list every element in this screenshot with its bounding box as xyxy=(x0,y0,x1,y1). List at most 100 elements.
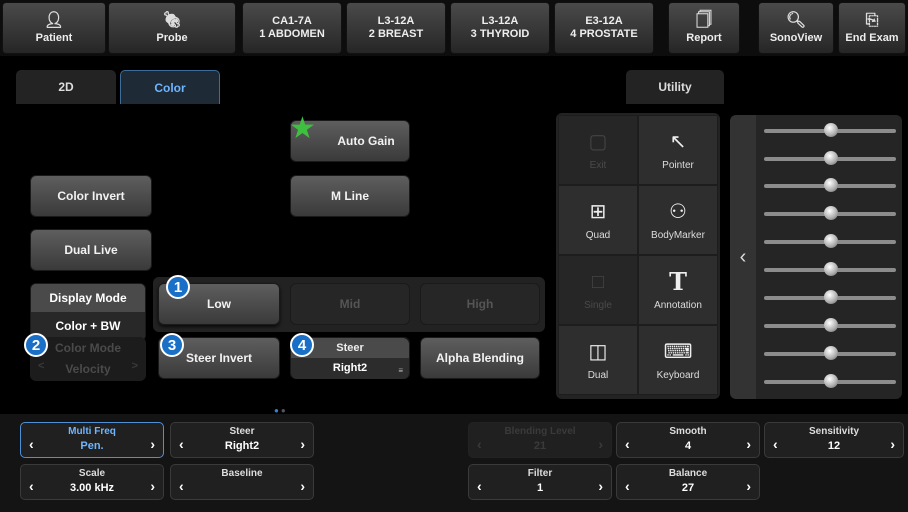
tgc-slider[interactable] xyxy=(764,123,896,137)
annotation-tool[interactable]: T Annotation xyxy=(638,255,718,325)
probe-button[interactable]: 🍖︎ Probe xyxy=(108,2,236,54)
preset-probe: L3-12A xyxy=(377,15,415,27)
quad-icon: ⊞ xyxy=(589,200,607,223)
steer-value: Right2 xyxy=(224,440,260,452)
chevron-right-icon[interactable]: › xyxy=(300,437,305,451)
smooth-control[interactable]: Smooth 4 ‹ › xyxy=(616,422,760,458)
blending-level-control[interactable]: Blending Level 21 ‹ › xyxy=(468,422,612,458)
quad-label: Quad xyxy=(585,229,611,241)
slider-knob[interactable] xyxy=(824,290,838,304)
chevron-left-icon[interactable]: ‹ xyxy=(29,437,34,451)
m-line-button[interactable]: M Line xyxy=(290,175,410,217)
tab-2d[interactable]: 2D xyxy=(16,70,116,104)
slider-knob[interactable] xyxy=(824,151,838,165)
chevron-left-icon[interactable]: ‹ xyxy=(477,437,482,451)
body-marker-icon: ⚇ xyxy=(669,200,687,223)
report-button[interactable]: 🗍︎ Report xyxy=(668,2,740,54)
preset-name: 2 BREAST xyxy=(368,28,424,40)
report-label: Report xyxy=(686,32,722,44)
single-icon: □ xyxy=(591,270,605,293)
patient-button[interactable]: 👤︎ Patient xyxy=(2,2,106,54)
dual-tool[interactable]: ◫ Dual xyxy=(558,325,638,395)
slider-knob[interactable] xyxy=(824,178,838,192)
multi-freq-control[interactable]: Multi Freq Pen. ‹ › xyxy=(20,422,164,458)
filter-control[interactable]: Filter 1 ‹ › xyxy=(468,464,612,500)
dual-label: Dual xyxy=(587,369,609,381)
scale-title: Scale xyxy=(78,468,106,479)
tgc-slider[interactable] xyxy=(764,290,896,304)
sensitivity-title: Sensitivity xyxy=(808,426,860,437)
single-tool[interactable]: □ Single xyxy=(558,255,638,325)
tool-grid: ▢ Exit ↖ Pointer ⊞ Quad ⚇ BodyMarker □ S… xyxy=(556,113,720,399)
chevron-right-icon[interactable]: › xyxy=(150,437,155,451)
slider-knob[interactable] xyxy=(824,234,838,248)
chevron-right-icon[interactable]: › xyxy=(598,437,603,451)
keyboard-tool[interactable]: ⌨ Keyboard xyxy=(638,325,718,395)
chevron-left-icon[interactable]: ‹ xyxy=(625,479,630,493)
chevron-right-icon[interactable]: › xyxy=(150,479,155,493)
balance-control[interactable]: Balance 27 ‹ › xyxy=(616,464,760,500)
tab-color[interactable]: Color xyxy=(120,70,220,104)
bodymarker-tool[interactable]: ⚇ BodyMarker xyxy=(638,185,718,255)
patient-label: Patient xyxy=(35,32,73,44)
tgc-slider[interactable] xyxy=(764,262,896,276)
end-exam-button[interactable]: ⎘ End Exam xyxy=(838,2,906,54)
auto-gain-label: Auto Gain xyxy=(337,134,395,148)
slider-knob[interactable] xyxy=(824,262,838,276)
mid-button[interactable]: Mid xyxy=(290,283,410,325)
baseline-control[interactable]: Baseline ‹ › xyxy=(170,464,314,500)
slider-knob[interactable] xyxy=(824,206,838,220)
tgc-slider[interactable] xyxy=(764,178,896,192)
collapse-panel-button[interactable]: ‹ xyxy=(730,115,756,399)
chevron-right-icon[interactable]: › xyxy=(890,437,895,451)
tab-utility[interactable]: Utility xyxy=(626,70,724,104)
keyboard-label: Keyboard xyxy=(656,369,700,381)
chevron-left-icon[interactable]: ‹ xyxy=(179,479,184,493)
steer-title: Steer xyxy=(229,426,255,437)
tgc-slider[interactable] xyxy=(764,346,896,360)
slider-knob[interactable] xyxy=(824,346,838,360)
chevron-right-icon[interactable]: › xyxy=(746,437,751,451)
chevron-left-icon: < xyxy=(38,360,45,372)
slider-knob[interactable] xyxy=(824,123,838,137)
callout-badge-4: 4 xyxy=(290,333,314,357)
quad-tool[interactable]: ⊞ Quad xyxy=(558,185,638,255)
tgc-slider[interactable] xyxy=(764,234,896,248)
scale-control[interactable]: Scale 3.00 kHz ‹ › xyxy=(20,464,164,500)
person-icon: 👤︎ xyxy=(43,12,65,29)
pointer-tool[interactable]: ↖ Pointer xyxy=(638,115,718,185)
tgc-slider[interactable] xyxy=(764,374,896,388)
preset-3-button[interactable]: L3-12A 3 THYROID xyxy=(450,2,550,54)
tgc-slider[interactable] xyxy=(764,206,896,220)
slider-knob[interactable] xyxy=(824,374,838,388)
display-mode-button[interactable]: Display Mode Color + BW xyxy=(30,283,146,341)
end-exam-icon: ⎘ xyxy=(865,12,879,29)
chevron-left-icon[interactable]: ‹ xyxy=(625,437,630,451)
high-button[interactable]: High xyxy=(420,283,540,325)
tgc-slider[interactable] xyxy=(764,318,896,332)
sonoview-button[interactable]: 🔍︎ SonoView xyxy=(758,2,834,54)
text-icon: T xyxy=(669,266,687,296)
exit-tool[interactable]: ▢ Exit xyxy=(558,115,638,185)
probe-label: Probe xyxy=(156,32,188,44)
color-invert-button[interactable]: Color Invert xyxy=(30,175,152,217)
dual-live-button[interactable]: Dual Live xyxy=(30,229,152,271)
tgc-slider[interactable] xyxy=(764,151,896,165)
chevron-left-icon[interactable]: ‹ xyxy=(29,479,34,493)
preset-1-button[interactable]: CA1-7A 1 ABDOMEN xyxy=(242,2,342,54)
chevron-left-icon[interactable]: ‹ xyxy=(179,437,184,451)
alpha-blending-button[interactable]: Alpha Blending xyxy=(420,337,540,379)
exit-label: Exit xyxy=(589,159,607,171)
display-mode-value: Color + BW xyxy=(31,312,145,340)
sensitivity-control[interactable]: Sensitivity 12 ‹ › xyxy=(764,422,904,458)
slider-knob[interactable] xyxy=(824,318,838,332)
chevron-left-icon[interactable]: ‹ xyxy=(773,437,778,451)
chevron-left-icon[interactable]: ‹ xyxy=(477,479,482,493)
preset-2-button[interactable]: L3-12A 2 BREAST xyxy=(346,2,446,54)
chevron-right-icon[interactable]: › xyxy=(746,479,751,493)
preset-4-button[interactable]: E3-12A 4 PROSTATE xyxy=(554,2,654,54)
steer-control[interactable]: Steer Right2 ‹ › xyxy=(170,422,314,458)
sonoview-label: SonoView xyxy=(769,32,823,44)
chevron-right-icon[interactable]: › xyxy=(598,479,603,493)
chevron-right-icon[interactable]: › xyxy=(300,479,305,493)
